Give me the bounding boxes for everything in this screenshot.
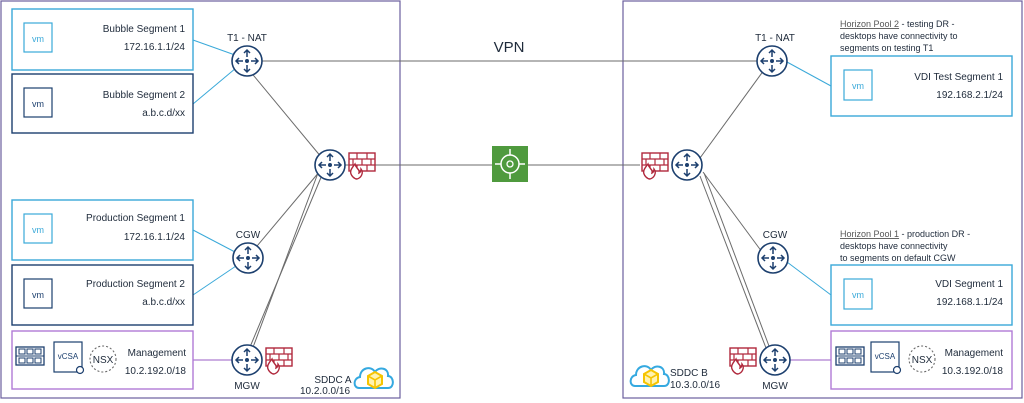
pool-title: Horizon Pool 1: [840, 229, 899, 239]
router-icon: [232, 242, 264, 274]
segment-name: VDI Segment 1: [935, 279, 1003, 290]
sddc-a-label: SDDC A 10.2.0.0/16: [300, 367, 394, 397]
segment-cidr: 192.168.2.1/24: [936, 90, 1003, 101]
segment-cidr: 172.16.1.1/24: [124, 42, 186, 53]
segment-name: Production Segment 1: [86, 213, 185, 224]
pool-desc: desktops have connectivity: [840, 241, 948, 251]
segment-name: Bubble Segment 1: [103, 24, 186, 35]
pool-desc: - testing DR -: [899, 19, 955, 29]
production-segment-2[interactable]: vm Production Segment 2 a.b.c.d/xx: [11, 264, 194, 326]
t1-nat-router-a[interactable]: T1 - NAT: [227, 33, 267, 77]
segment-name: Bubble Segment 2: [103, 90, 186, 101]
gear-icon: [892, 365, 902, 375]
router-icon: [671, 149, 703, 181]
production-segment-1[interactable]: vm Production Segment 1 172.16.1.1/24: [11, 199, 194, 261]
router-label: T1 - NAT: [227, 33, 267, 44]
vm-label: vm: [32, 34, 44, 44]
vm-label: vm: [852, 81, 864, 91]
router-label: MGW: [234, 381, 260, 392]
gear-icon: [75, 365, 85, 375]
cloud-icon: [353, 367, 394, 389]
router-icon: [231, 344, 263, 376]
management-segment-b[interactable]: vCSA NSX Management 10.3.192.0/18: [830, 330, 1013, 390]
sddc-cidr: 10.2.0.0/16: [300, 386, 350, 397]
vdi-test-segment-1[interactable]: vm VDI Test Segment 1 192.168.2.1/24: [830, 55, 1013, 117]
router-icon: [757, 242, 789, 274]
router-icon: [231, 45, 263, 77]
vdi-segment-1[interactable]: vm VDI Segment 1 192.168.1.1/24: [830, 264, 1013, 326]
vcsa-label: vCSA: [875, 352, 896, 361]
segment-name: VDI Test Segment 1: [914, 72, 1003, 83]
vm-label: vm: [32, 225, 44, 235]
vpn-label: VPN: [494, 39, 525, 56]
nsx-label: NSX: [912, 355, 933, 366]
sddc-b-label: SDDC B 10.3.0.0/16: [629, 365, 720, 391]
vcsa-label: vCSA: [58, 352, 79, 361]
svg-text:Horizon Pool 2 - testing DR -: Horizon Pool 2 - testing DR -: [840, 19, 955, 29]
router-icon: [314, 149, 346, 181]
vm-label: vm: [32, 99, 44, 109]
sddc-name: SDDC B: [670, 368, 708, 379]
horizon-pool-1-note: Horizon Pool 1 - production DR - desktop…: [840, 229, 970, 263]
bubble-segment-2[interactable]: vm Bubble Segment 2 a.b.c.d/xx: [11, 73, 194, 134]
sddc-cidr: 10.3.0.0/16: [670, 380, 720, 391]
firewall-icon: [729, 347, 757, 375]
svg-text:Horizon Pool 1 - production DR: Horizon Pool 1 - production DR -: [840, 229, 970, 239]
segment-cidr: 192.168.1.1/24: [936, 297, 1003, 308]
mgw-router-b[interactable]: MGW: [729, 344, 791, 392]
server-icon: [15, 346, 45, 366]
sddc-name: SDDC A: [314, 375, 352, 386]
router-label: T1 - NAT: [755, 33, 795, 44]
firewall-icon: [348, 152, 376, 180]
vpn-gateway[interactable]: [492, 146, 528, 182]
segment-cidr: 10.2.192.0/18: [125, 366, 187, 377]
bubble-segment-1[interactable]: vm Bubble Segment 1 172.16.1.1/24: [11, 8, 194, 71]
router-label: MGW: [762, 381, 788, 392]
firewall-icon: [265, 347, 293, 375]
server-icon: [835, 346, 865, 366]
mgw-router-a[interactable]: MGW: [231, 344, 293, 392]
segment-cidr: 10.3.192.0/18: [942, 366, 1004, 377]
nsx-label: NSX: [93, 355, 114, 366]
router-icon: [756, 45, 788, 77]
vm-label: vm: [852, 290, 864, 300]
tier0-router-b[interactable]: [641, 149, 703, 181]
connection-lines: [192, 39, 832, 361]
segment-cidr: a.b.c.d/xx: [142, 108, 185, 119]
router-label: CGW: [236, 230, 261, 241]
pool-desc: segments on testing T1: [840, 43, 933, 53]
cgw-router-a[interactable]: CGW: [232, 230, 264, 274]
segment-name: Production Segment 2: [86, 279, 185, 290]
pool-desc: desktops have connectivity to: [840, 31, 958, 41]
cgw-router-b[interactable]: CGW: [757, 230, 789, 274]
tier0-router-a[interactable]: [314, 149, 376, 181]
firewall-icon: [641, 152, 669, 180]
pool-desc: to segments on default CGW: [840, 253, 956, 263]
pool-desc: - production DR -: [899, 229, 970, 239]
segment-cidr: a.b.c.d/xx: [142, 297, 185, 308]
cloud-icon: [629, 365, 670, 387]
horizon-pool-2-note: Horizon Pool 2 - testing DR - desktops h…: [840, 19, 958, 53]
pool-title: Horizon Pool 2: [840, 19, 899, 29]
router-label: CGW: [763, 230, 788, 241]
segment-cidr: 172.16.1.1/24: [124, 232, 186, 243]
router-icon: [759, 344, 791, 376]
t1-nat-router-b[interactable]: T1 - NAT: [755, 33, 795, 77]
segment-name: Management: [945, 348, 1004, 359]
vm-label: vm: [32, 290, 44, 300]
management-segment-a[interactable]: vCSA NSX Management 10.2.192.0/18: [11, 330, 194, 390]
network-diagram: vm Bubble Segment 1 172.16.1.1/24 vm Bub…: [0, 0, 1023, 399]
segment-name: Management: [128, 348, 187, 359]
